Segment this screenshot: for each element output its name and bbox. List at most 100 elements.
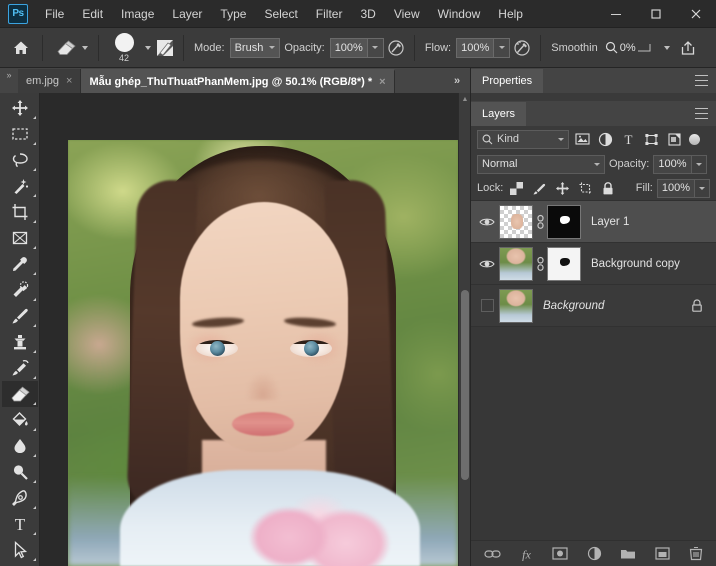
- lock-all-icon[interactable]: [599, 179, 618, 198]
- type-tool[interactable]: T: [2, 511, 38, 537]
- flow-control[interactable]: 100%: [456, 37, 511, 58]
- airbrush-icon[interactable]: [510, 36, 534, 60]
- filter-enable-toggle[interactable]: [689, 133, 700, 145]
- blur-tool[interactable]: [2, 433, 38, 459]
- menu-help[interactable]: Help: [489, 3, 532, 25]
- close-tab-icon[interactable]: ×: [379, 76, 385, 88]
- new-group-icon[interactable]: [619, 545, 637, 563]
- paint-bucket-tool[interactable]: [2, 407, 38, 433]
- brush-settings-panel-icon[interactable]: [153, 37, 177, 59]
- link-icon[interactable]: [533, 256, 547, 272]
- type-filter-icon[interactable]: T: [618, 129, 638, 149]
- blend-mode-select[interactable]: Brush: [229, 37, 281, 58]
- tab-layers[interactable]: Layers: [471, 102, 527, 126]
- chevron-down-icon[interactable]: [691, 154, 707, 174]
- dodge-tool[interactable]: [2, 459, 38, 485]
- document-image[interactable]: [68, 140, 458, 566]
- tool-preset-picker[interactable]: [49, 36, 92, 60]
- lasso-tool[interactable]: [2, 147, 38, 173]
- new-adjustment-layer-icon[interactable]: [585, 545, 603, 563]
- document-tab-active[interactable]: Mẫu ghép_ThuThuatPhanMem.jpg @ 50.1% (RG…: [81, 69, 395, 93]
- menu-image[interactable]: Image: [112, 3, 163, 25]
- layer-row-background-copy[interactable]: Background copy: [471, 243, 716, 285]
- menu-file[interactable]: File: [36, 3, 73, 25]
- delete-layer-icon[interactable]: [687, 545, 705, 563]
- layer-row-layer-1[interactable]: Layer 1: [471, 201, 716, 243]
- layer-fill-control[interactable]: 100%: [656, 178, 710, 198]
- menu-window[interactable]: Window: [429, 3, 490, 25]
- lock-position-icon[interactable]: [553, 179, 572, 198]
- lock-transparent-pixels-icon[interactable]: [507, 179, 526, 198]
- layer-thumbnail[interactable]: [499, 288, 533, 323]
- add-layer-mask-icon[interactable]: [551, 545, 569, 563]
- menu-filter[interactable]: Filter: [307, 3, 352, 25]
- chevron-down-icon[interactable]: [695, 178, 710, 198]
- link-layers-icon[interactable]: [483, 545, 501, 563]
- frame-tool[interactable]: [2, 225, 38, 251]
- layer-style-fx-icon[interactable]: fx: [517, 545, 535, 563]
- layer-mask-thumbnail[interactable]: [547, 246, 581, 281]
- layer-mask-thumbnail[interactable]: [547, 204, 581, 239]
- move-tool[interactable]: [2, 95, 38, 121]
- menu-view[interactable]: View: [385, 3, 429, 25]
- menu-select[interactable]: Select: [255, 3, 306, 25]
- path-selection-tool[interactable]: [2, 537, 38, 563]
- opacity-chevron-icon[interactable]: [367, 37, 384, 58]
- opacity-control[interactable]: 100%: [329, 37, 384, 58]
- panel-menu-icon[interactable]: [695, 75, 708, 86]
- document-tab-inactive[interactable]: em.jpg ×: [18, 69, 82, 93]
- share-icon[interactable]: [676, 36, 700, 60]
- panel-menu-icon[interactable]: [695, 108, 708, 119]
- crop-tool[interactable]: [2, 199, 38, 225]
- home-icon[interactable]: [6, 33, 36, 63]
- layer-fill-value[interactable]: 100%: [656, 178, 695, 198]
- brush-size-preview[interactable]: 42: [107, 32, 141, 63]
- layer-opacity-value[interactable]: 100%: [653, 154, 692, 174]
- lock-artboard-icon[interactable]: [576, 179, 595, 198]
- menu-layer[interactable]: Layer: [163, 3, 211, 25]
- pressure-opacity-icon[interactable]: [384, 36, 408, 60]
- scrollbar-thumb[interactable]: [461, 290, 469, 480]
- smart-object-filter-icon[interactable]: [664, 129, 684, 149]
- eyedropper-tool[interactable]: [2, 251, 38, 277]
- close-tab-icon[interactable]: ×: [66, 75, 72, 87]
- smoothing-control[interactable]: 0%: [603, 38, 658, 58]
- menu-edit[interactable]: Edit: [73, 3, 112, 25]
- close-button[interactable]: [676, 0, 716, 28]
- menu-type[interactable]: Type: [211, 3, 255, 25]
- canvas-area[interactable]: ▲: [40, 93, 470, 566]
- brush-tool[interactable]: [2, 303, 38, 329]
- layer-name[interactable]: Layer 1: [591, 216, 716, 228]
- flow-input[interactable]: 100%: [456, 37, 495, 58]
- layer-filter-kind-select[interactable]: Kind: [477, 129, 569, 149]
- lock-image-pixels-icon[interactable]: [530, 179, 549, 198]
- flow-chevron-icon[interactable]: [494, 37, 511, 58]
- layer-visibility-toggle[interactable]: [475, 285, 499, 327]
- layer-name[interactable]: Background: [543, 300, 690, 312]
- healing-brush-tool[interactable]: [2, 277, 38, 303]
- tab-overflow-button[interactable]: »: [444, 68, 470, 93]
- layer-opacity-control[interactable]: 100%: [653, 154, 707, 174]
- collapse-arrows-icon[interactable]: »: [0, 68, 18, 93]
- layer-visibility-toggle[interactable]: [475, 201, 499, 243]
- layer-blend-mode-select[interactable]: Normal: [477, 154, 605, 174]
- link-icon[interactable]: [533, 214, 547, 230]
- opacity-input[interactable]: 100%: [329, 37, 368, 58]
- layer-name[interactable]: Background copy: [591, 258, 716, 270]
- brush-preset-chevron-icon[interactable]: [145, 45, 151, 50]
- layer-row-background[interactable]: Background: [471, 285, 716, 327]
- eraser-tool[interactable]: [1, 381, 38, 407]
- smoothing-chevron-icon[interactable]: [663, 45, 670, 50]
- layer-thumbnail[interactable]: [499, 204, 533, 239]
- canvas-vertical-scrollbar[interactable]: ▲: [458, 93, 470, 566]
- maximize-button[interactable]: [636, 0, 676, 28]
- new-layer-icon[interactable]: [653, 545, 671, 563]
- layer-thumbnail[interactable]: [499, 246, 533, 281]
- rectangular-marquee-tool[interactable]: [2, 121, 38, 147]
- scroll-up-arrow-icon[interactable]: ▲: [459, 93, 470, 105]
- adjustment-filter-icon[interactable]: [595, 129, 615, 149]
- shape-filter-icon[interactable]: [641, 129, 661, 149]
- clone-stamp-tool[interactable]: [2, 329, 38, 355]
- tab-properties[interactable]: Properties: [471, 69, 544, 93]
- magic-wand-tool[interactable]: [2, 173, 38, 199]
